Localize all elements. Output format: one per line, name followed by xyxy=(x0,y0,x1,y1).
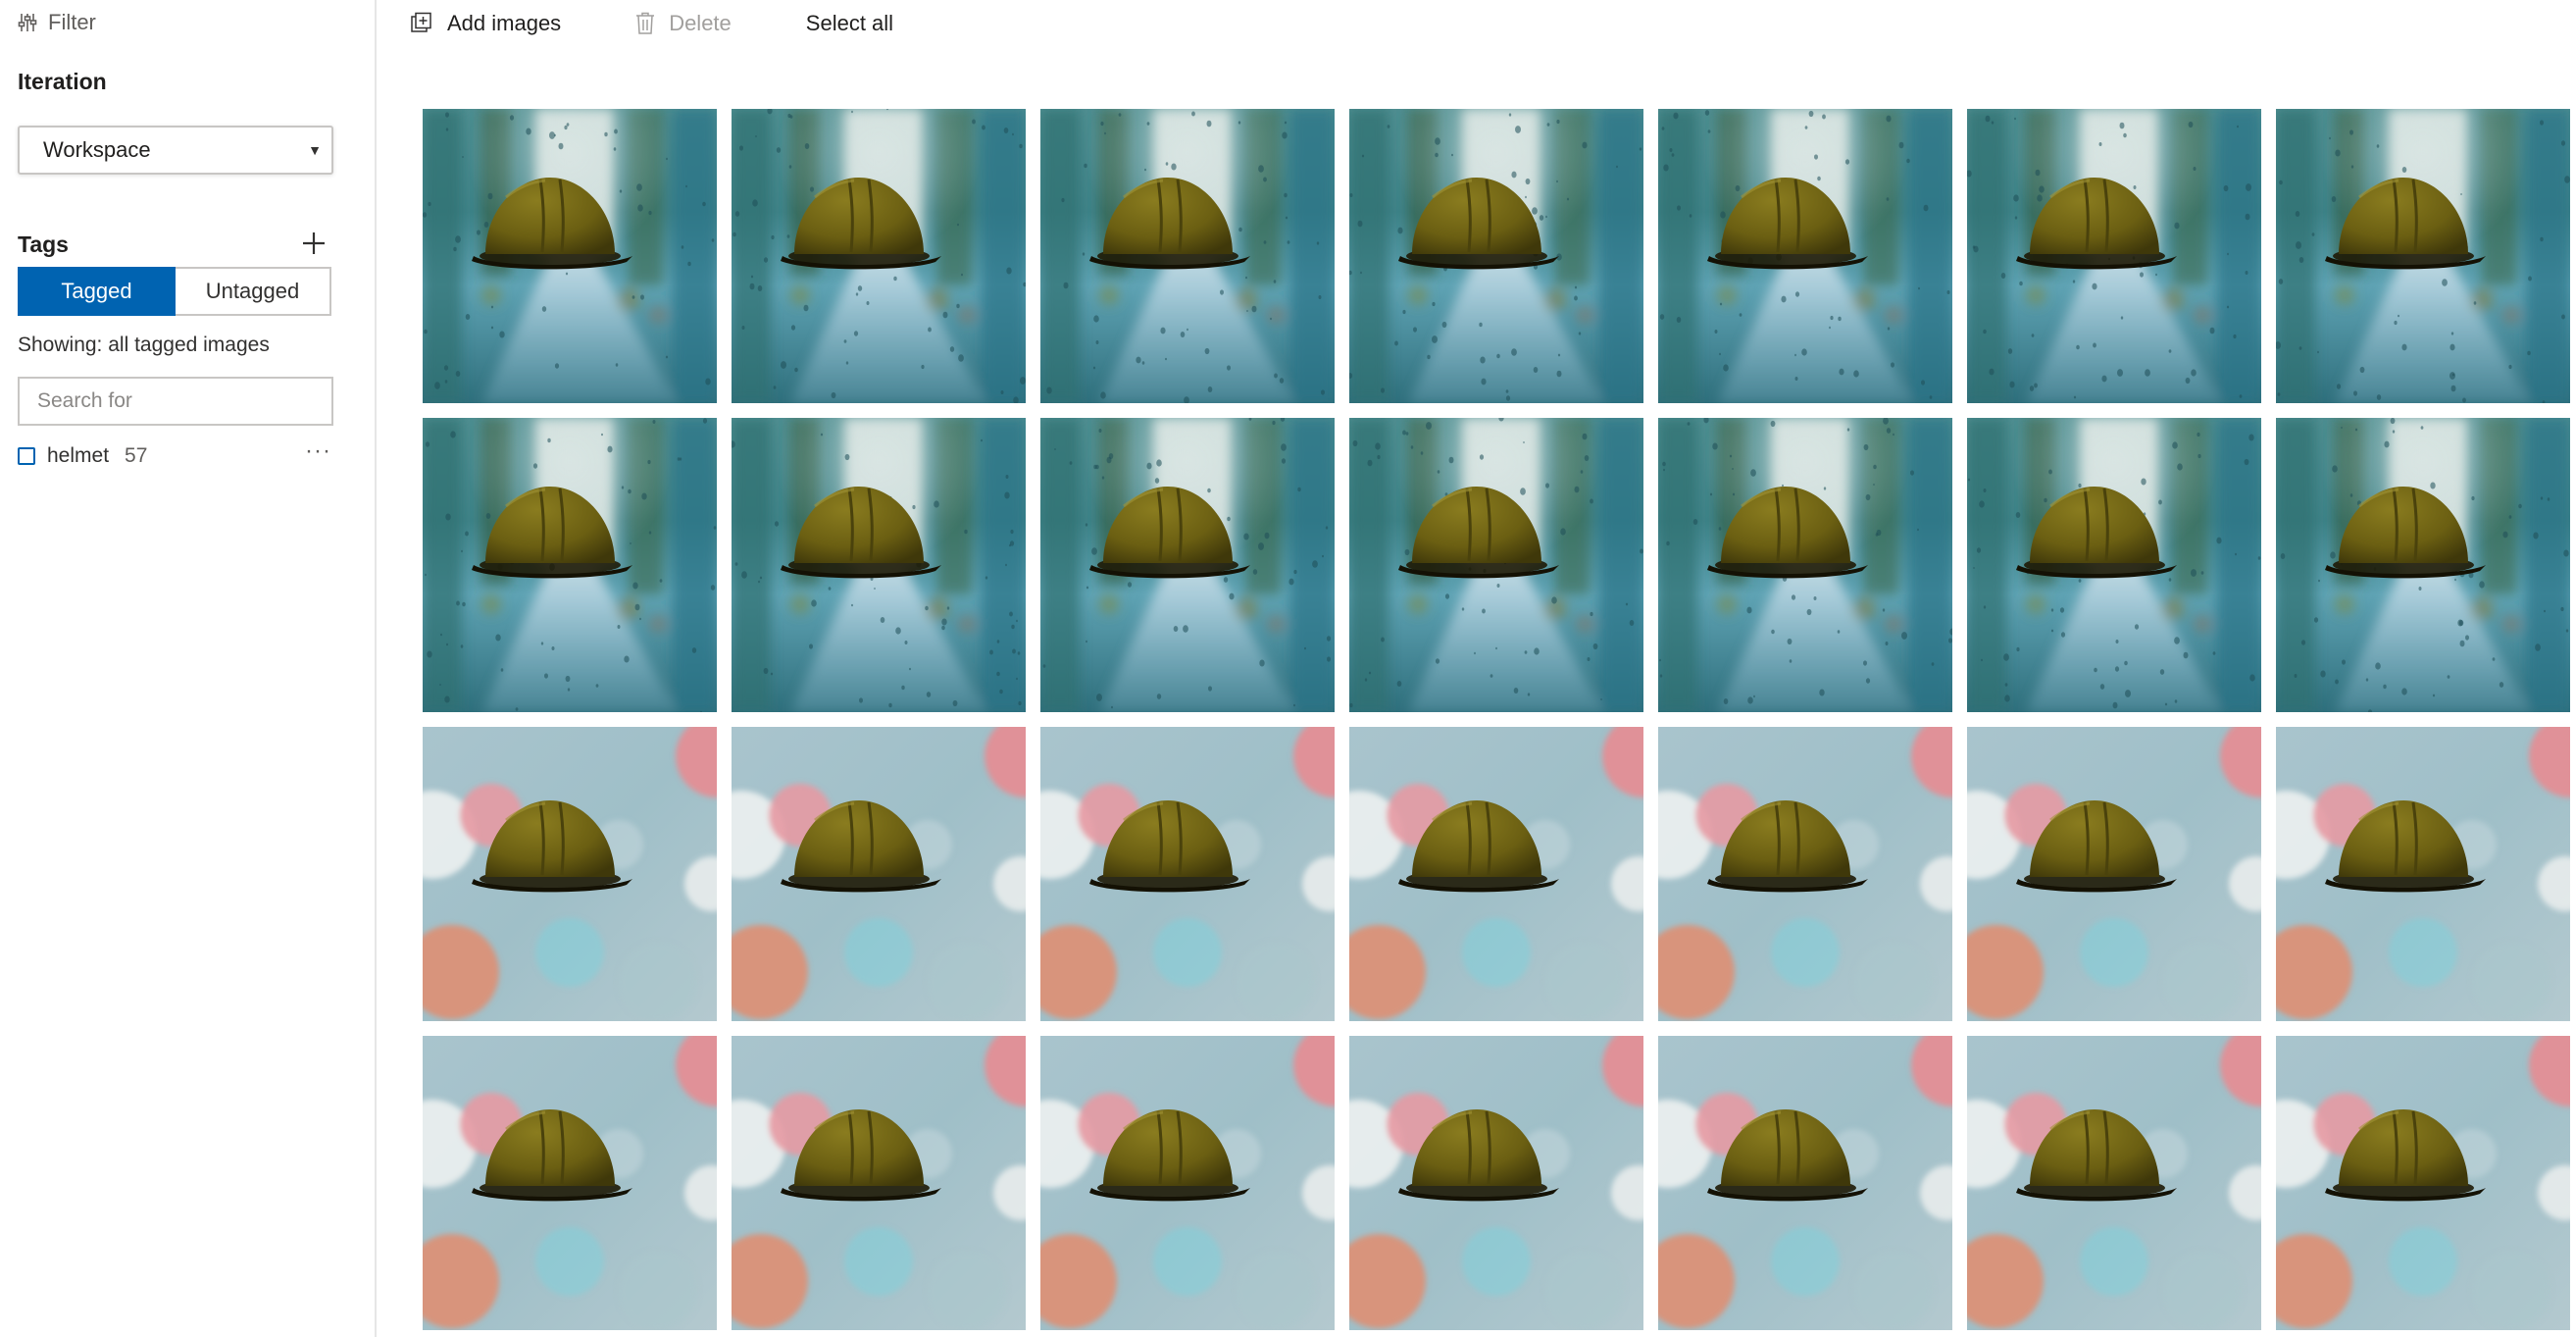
helmet-photo xyxy=(1040,109,1335,403)
helmet-photo xyxy=(732,109,1026,403)
helmet-photo xyxy=(423,418,717,712)
image-thumbnail[interactable] xyxy=(2276,1036,2570,1330)
image-thumbnail[interactable] xyxy=(2276,109,2570,403)
helmet-photo xyxy=(1658,418,1952,712)
helmet-photo xyxy=(732,1036,1026,1330)
add-images-icon xyxy=(411,12,431,32)
helmet-photo xyxy=(2276,727,2570,1021)
add-images-button[interactable]: Add images xyxy=(410,11,561,36)
image-thumbnail[interactable] xyxy=(1658,1036,1952,1330)
tag-list-item: helmet 57 ··· xyxy=(18,439,331,471)
image-thumbnail[interactable] xyxy=(1040,727,1335,1021)
helmet-photo xyxy=(1967,109,2261,403)
tagged-toggle-button[interactable]: Tagged xyxy=(18,267,176,316)
trash-icon xyxy=(636,12,655,34)
helmet-photo xyxy=(732,418,1026,712)
image-thumbnail[interactable] xyxy=(2276,418,2570,712)
image-thumbnail[interactable] xyxy=(1967,1036,2261,1330)
image-thumbnail[interactable] xyxy=(423,109,717,403)
image-thumbnail[interactable] xyxy=(1967,109,2261,403)
tag-name: helmet xyxy=(47,444,110,467)
helmet-photo xyxy=(423,109,717,403)
image-thumbnail[interactable] xyxy=(1349,1036,1643,1330)
iteration-selected-value: Workspace xyxy=(43,137,151,162)
image-grid xyxy=(423,109,2570,1330)
add-images-label: Add images xyxy=(447,11,562,35)
helmet-photo xyxy=(1040,727,1335,1021)
image-thumbnail[interactable] xyxy=(423,727,717,1021)
helmet-photo xyxy=(1349,418,1643,712)
app: Filter Iteration Workspace ▼ Tags Tagged… xyxy=(0,0,2576,1337)
helmet-photo xyxy=(1967,1036,2261,1330)
image-thumbnail[interactable] xyxy=(1967,418,2261,712)
helmet-photo xyxy=(1658,109,1952,403)
helmet-photo xyxy=(732,727,1026,1021)
helmet-photo xyxy=(423,727,717,1021)
iteration-dropdown[interactable]: Workspace ▼ xyxy=(18,126,333,175)
helmet-photo xyxy=(2276,1036,2570,1330)
image-thumbnail[interactable] xyxy=(423,418,717,712)
helmet-photo xyxy=(1040,418,1335,712)
image-thumbnail[interactable] xyxy=(1040,1036,1335,1330)
filter-sidebar: Filter Iteration Workspace ▼ Tags Tagged… xyxy=(0,0,377,1337)
helmet-photo xyxy=(1349,1036,1643,1330)
image-thumbnail[interactable] xyxy=(732,109,1026,403)
tags-heading: Tags xyxy=(18,231,69,257)
tag-search-input[interactable] xyxy=(18,377,333,426)
image-thumbnail[interactable] xyxy=(1658,418,1952,712)
tag-count: 57 xyxy=(125,444,148,467)
image-thumbnail[interactable] xyxy=(1967,727,2261,1021)
image-thumbnail[interactable] xyxy=(1349,109,1643,403)
image-thumbnail[interactable] xyxy=(423,1036,717,1330)
image-thumbnail[interactable] xyxy=(1040,418,1335,712)
tag-checkbox[interactable] xyxy=(18,447,35,465)
image-thumbnail[interactable] xyxy=(2276,727,2570,1021)
tagged-untagged-toggle: Tagged Untagged xyxy=(18,267,331,316)
delete-button[interactable]: Delete xyxy=(635,11,732,36)
helmet-photo xyxy=(1658,1036,1952,1330)
image-thumbnail[interactable] xyxy=(732,418,1026,712)
image-thumbnail[interactable] xyxy=(1658,727,1952,1021)
add-tag-plus-icon[interactable] xyxy=(300,230,328,257)
delete-label: Delete xyxy=(669,11,732,35)
showing-status-text: Showing: all tagged images xyxy=(18,334,270,356)
untagged-toggle-button[interactable]: Untagged xyxy=(176,267,331,316)
image-toolbar: Add images Delete Select all xyxy=(410,6,968,41)
helmet-photo xyxy=(1967,727,2261,1021)
helmet-photo xyxy=(1349,109,1643,403)
image-thumbnail[interactable] xyxy=(1349,418,1643,712)
filter-button[interactable]: Filter xyxy=(17,8,96,37)
helmet-photo xyxy=(423,1036,717,1330)
filter-label: Filter xyxy=(48,10,96,34)
helmet-photo xyxy=(1349,727,1643,1021)
image-thumbnail[interactable] xyxy=(1040,109,1335,403)
helmet-photo xyxy=(2276,418,2570,712)
helmet-photo xyxy=(2276,109,2570,403)
select-all-label: Select all xyxy=(805,11,894,35)
select-all-button[interactable]: Select all xyxy=(806,11,893,36)
image-thumbnail[interactable] xyxy=(1349,727,1643,1021)
caret-down-icon: ▼ xyxy=(308,142,322,158)
helmet-photo xyxy=(1658,727,1952,1021)
image-thumbnail[interactable] xyxy=(732,727,1026,1021)
iteration-heading: Iteration xyxy=(18,69,107,94)
helmet-photo xyxy=(1040,1036,1335,1330)
helmet-photo xyxy=(1967,418,2261,712)
filter-sliders-icon xyxy=(18,14,37,31)
image-thumbnail[interactable] xyxy=(732,1036,1026,1330)
image-thumbnail[interactable] xyxy=(1658,109,1952,403)
more-options-icon[interactable]: ··· xyxy=(305,439,331,463)
